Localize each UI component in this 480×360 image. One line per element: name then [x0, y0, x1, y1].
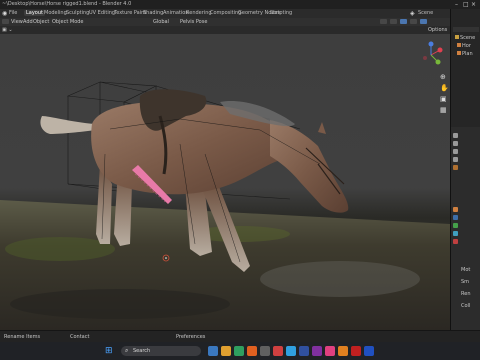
menu-file[interactable]: File: [9, 10, 17, 16]
viewport-subheader: ▣ ⌄ Options: [0, 26, 450, 34]
select-box-icon[interactable]: ▣ ⌄: [2, 27, 13, 33]
viewport-header-tools: View Add Object Object Mode Global Pelvi…: [0, 18, 450, 26]
transform-orientation-dropdown[interactable]: Global: [153, 19, 169, 25]
properties-panel: Mot Sm Ren Coll: [450, 127, 480, 342]
task-view-icon[interactable]: [208, 346, 218, 356]
armature-icon: [457, 43, 461, 47]
scene-selector[interactable]: Scene: [418, 10, 433, 16]
blender-logo-icon[interactable]: ◉: [2, 10, 7, 17]
file-explorer-icon[interactable]: [221, 346, 231, 356]
3d-cursor-center: [165, 257, 167, 259]
app-icon[interactable]: [351, 346, 361, 356]
outliner-search[interactable]: [453, 27, 479, 32]
section-smooth[interactable]: Sm: [461, 279, 469, 285]
physics-properties-icon[interactable]: [453, 223, 458, 228]
maximize-icon[interactable]: □: [463, 1, 469, 8]
zoom-icon[interactable]: ⊕: [440, 72, 449, 83]
mode-dropdown[interactable]: Object Mode: [52, 19, 84, 25]
overlay-toggle-icon[interactable]: [380, 19, 387, 24]
mesh-icon: [457, 51, 461, 55]
material-properties-icon[interactable]: [453, 239, 458, 244]
scene-icon[interactable]: ◈: [410, 10, 415, 17]
taskbar-search-input[interactable]: ⌕ Search: [121, 346, 201, 356]
scene-properties-icon[interactable]: [453, 165, 458, 170]
search-placeholder: Search: [133, 348, 151, 354]
view-layer-properties-icon[interactable]: [453, 157, 458, 162]
navigation-gizmo[interactable]: [416, 40, 446, 70]
workspace-tab-bar: ◉ File Layout Modeling Sculpting UV Edit…: [0, 9, 450, 18]
editor-type-icon[interactable]: [2, 19, 9, 24]
moss-patch: [5, 237, 115, 261]
tab-uv-editing[interactable]: UV Editing: [89, 10, 115, 16]
window-titlebar: ~\Desktop\Horse\Horse rigged1.blend - Bl…: [0, 0, 480, 9]
constraint-properties-icon[interactable]: [453, 231, 458, 236]
app-icon[interactable]: [286, 346, 296, 356]
wet-ground: [10, 289, 230, 319]
pivot-dropdown[interactable]: Pelvis Pose: [180, 19, 207, 25]
puddle-reflection: [260, 261, 420, 297]
status-right-hint: Contact: [70, 334, 90, 340]
outliner-item-plane[interactable]: Plan: [462, 51, 473, 57]
blender-taskbar-icon[interactable]: [247, 346, 257, 356]
xray-toggle-icon[interactable]: [390, 19, 397, 24]
section-motion-blur[interactable]: Mot: [461, 267, 470, 273]
tab-sculpting[interactable]: Sculpting: [66, 10, 89, 16]
shading-solid-icon[interactable]: [400, 19, 407, 24]
output-properties-icon[interactable]: [453, 149, 458, 154]
camera-view-icon[interactable]: ▣: [440, 94, 449, 105]
outliner-item-scene[interactable]: Scene: [460, 35, 475, 41]
object-properties-icon[interactable]: [453, 207, 458, 212]
horse-ear: [318, 122, 326, 134]
pan-hand-icon[interactable]: ✋: [440, 83, 449, 94]
close-icon[interactable]: ×: [471, 1, 476, 8]
shading-material-icon[interactable]: [410, 19, 417, 24]
status-left-hint: Rename Items: [4, 334, 41, 340]
tab-scripting[interactable]: Scripting: [270, 10, 292, 16]
tab-rendering[interactable]: Rendering: [186, 10, 212, 16]
render-properties-icon[interactable]: [453, 141, 458, 146]
app-icon[interactable]: [325, 346, 335, 356]
search-icon: ⌕: [125, 347, 129, 354]
menu-object[interactable]: Object: [33, 19, 49, 25]
menu-add[interactable]: Add: [23, 19, 33, 25]
outliner-item-horse[interactable]: Hor: [462, 43, 471, 49]
status-preferences[interactable]: Preferences: [176, 334, 205, 340]
windows-start-icon[interactable]: ⊞: [105, 346, 115, 356]
section-render[interactable]: Ren: [461, 291, 471, 297]
tab-shading[interactable]: Shading: [143, 10, 163, 16]
3d-viewport[interactable]: ⊕ ✋ ▣ ▦: [0, 34, 450, 330]
scene-collection-icon: [455, 35, 459, 39]
options-dropdown[interactable]: Options: [428, 27, 447, 33]
viewport-scene: [0, 81, 450, 330]
viewport-nav-buttons: ⊕ ✋ ▣ ▦: [440, 72, 449, 116]
menu-view[interactable]: View: [11, 19, 23, 25]
section-collection[interactable]: Coll: [461, 303, 470, 309]
minimize-icon[interactable]: –: [455, 1, 458, 8]
shading-rendered-icon[interactable]: [420, 19, 427, 24]
perspective-grid-icon[interactable]: ▦: [440, 105, 449, 116]
app-icon[interactable]: [364, 346, 374, 356]
app-icon[interactable]: [338, 346, 348, 356]
edge-browser-icon[interactable]: [234, 346, 244, 356]
app-icon[interactable]: [299, 346, 309, 356]
window-title: ~\Desktop\Horse\Horse rigged1.blend - Bl…: [2, 1, 132, 7]
tab-texture-paint[interactable]: Texture Paint: [114, 10, 146, 16]
tab-layout[interactable]: Layout: [24, 10, 45, 16]
tool-properties-icon[interactable]: [453, 133, 458, 138]
app-icon[interactable]: [312, 346, 322, 356]
tab-animation[interactable]: Animation: [163, 10, 189, 16]
modifier-properties-icon[interactable]: [453, 215, 458, 220]
outliner-panel: Scene Hor Plan: [450, 9, 480, 127]
tab-modeling[interactable]: Modeling: [44, 10, 67, 16]
tab-compositing[interactable]: Compositing: [210, 10, 241, 16]
app-icon[interactable]: [260, 346, 270, 356]
app-icon[interactable]: [273, 346, 283, 356]
